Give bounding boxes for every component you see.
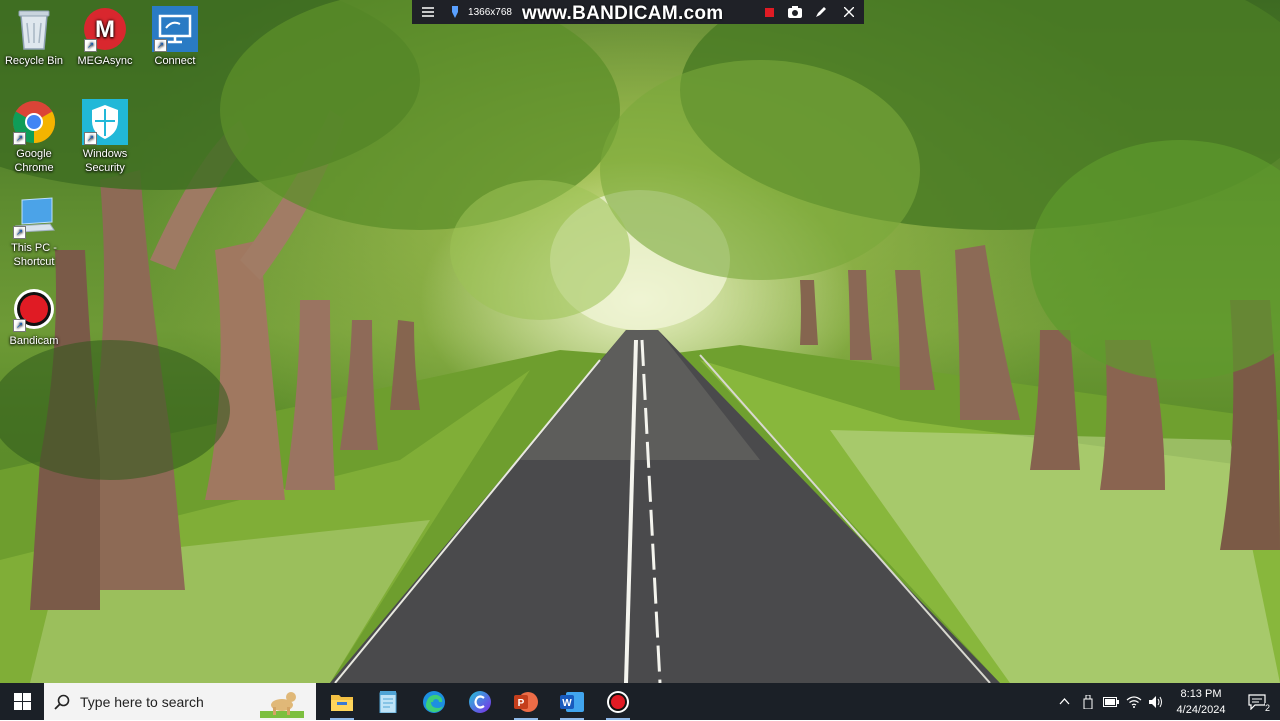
stop-recording-icon[interactable] (756, 0, 782, 24)
bandicam-icon: ↗ (11, 286, 57, 332)
shortcut-arrow-icon: ↗ (84, 132, 97, 145)
usb-device-icon[interactable] (1076, 683, 1099, 720)
notification-icon (1248, 693, 1266, 710)
notification-count-badge: 2 (1264, 703, 1270, 713)
notification-center-button[interactable]: 2 (1234, 683, 1280, 720)
system-tray: 8:13 PM 4/24/2024 2 (1053, 683, 1280, 720)
taskbar-app-file-explorer[interactable] (319, 683, 365, 720)
desktop-icon-google-chrome[interactable]: ↗ Google Chrome (0, 99, 68, 175)
notepad-icon (379, 690, 397, 713)
taskbar-search-box[interactable]: Type here to search (44, 683, 316, 720)
svg-text:M: M (95, 16, 115, 43)
taskbar-app-word[interactable]: W (549, 683, 595, 720)
chrome-icon: ↗ (11, 99, 57, 145)
desktop-icon-megasync[interactable]: M ↗ MEGAsync (71, 6, 139, 68)
megasync-icon: M ↗ (82, 6, 128, 52)
desktop-icon-connect[interactable]: ↗ Connect (141, 6, 209, 68)
clock-date: 4/24/2024 (1176, 703, 1226, 716)
desktop-icon-label: Connect (154, 55, 196, 67)
screenshot-icon[interactable] (782, 0, 808, 24)
canva-icon (469, 690, 491, 713)
start-button[interactable] (0, 683, 44, 720)
file-explorer-icon (331, 694, 353, 711)
windows-security-icon: ↗ (82, 99, 128, 145)
desktop-icon-label: MEGAsync (77, 55, 133, 67)
taskbar-app-powerpoint[interactable]: P (503, 683, 549, 720)
desktop-icon-label: Bandicam (9, 335, 59, 347)
desktop-icon-label: This PC - Shortcut (11, 242, 57, 268)
desktop-icon-bandicam[interactable]: ↗ Bandicam (0, 286, 68, 348)
this-pc-icon: ↗ (11, 193, 57, 239)
desktop-icon-this-pc[interactable]: ↗ This PC - Shortcut (0, 193, 68, 269)
menu-icon[interactable] (412, 0, 444, 24)
taskbar-app-bandicam[interactable] (595, 683, 641, 720)
powerpoint-icon: P (514, 691, 538, 712)
chevron-up-icon[interactable] (1053, 683, 1076, 720)
recording-resolution: 1366x768 (468, 6, 512, 18)
word-icon: W (560, 691, 584, 712)
search-icon (44, 694, 80, 710)
shortcut-arrow-icon: ↗ (154, 39, 167, 52)
pin-icon[interactable] (444, 0, 466, 24)
desktop-icon-label: Recycle Bin (4, 55, 64, 67)
taskbar-app-canva[interactable] (457, 683, 503, 720)
recycle-bin-icon (11, 6, 57, 52)
close-icon[interactable] (834, 0, 864, 24)
bandicam-icon (607, 690, 629, 713)
edge-icon (423, 690, 445, 713)
shortcut-arrow-icon: ↗ (13, 226, 26, 239)
shortcut-arrow-icon: ↗ (13, 319, 26, 332)
shortcut-arrow-icon: ↗ (13, 132, 26, 145)
windows-logo-icon (13, 693, 31, 710)
wifi-icon[interactable] (1122, 683, 1145, 720)
svg-text:W: W (562, 698, 572, 709)
desktop-icon-label: Google Chrome (14, 148, 54, 174)
desktop-wallpaper (0, 0, 1280, 683)
svg-text:P: P (518, 698, 525, 709)
volume-icon[interactable] (1145, 683, 1168, 720)
clock-time: 8:13 PM (1180, 687, 1222, 700)
taskbar-clock[interactable]: 8:13 PM 4/24/2024 (1168, 686, 1234, 718)
taskbar-app-edge[interactable] (411, 683, 457, 720)
recorder-watermark: www.BANDICAM.com (522, 3, 724, 24)
wallpaper-scene (0, 0, 1280, 683)
shortcut-arrow-icon: ↗ (84, 39, 97, 52)
battery-icon[interactable] (1099, 683, 1122, 720)
desktop-icon-label: Windows Security (82, 148, 128, 174)
desktop-icon-recycle-bin[interactable]: Recycle Bin (0, 6, 68, 68)
taskbar-app-notepad[interactable] (365, 683, 411, 720)
search-highlight-dog-icon (260, 685, 304, 721)
search-placeholder: Type here to search (80, 693, 204, 710)
desktop-icon-windows-security[interactable]: ↗ Windows Security (71, 99, 139, 175)
draw-pen-icon[interactable] (808, 0, 834, 24)
connect-icon: ↗ (152, 6, 198, 52)
taskbar: Type here to search P W 8:13 PM 4/24/202… (0, 683, 1280, 720)
